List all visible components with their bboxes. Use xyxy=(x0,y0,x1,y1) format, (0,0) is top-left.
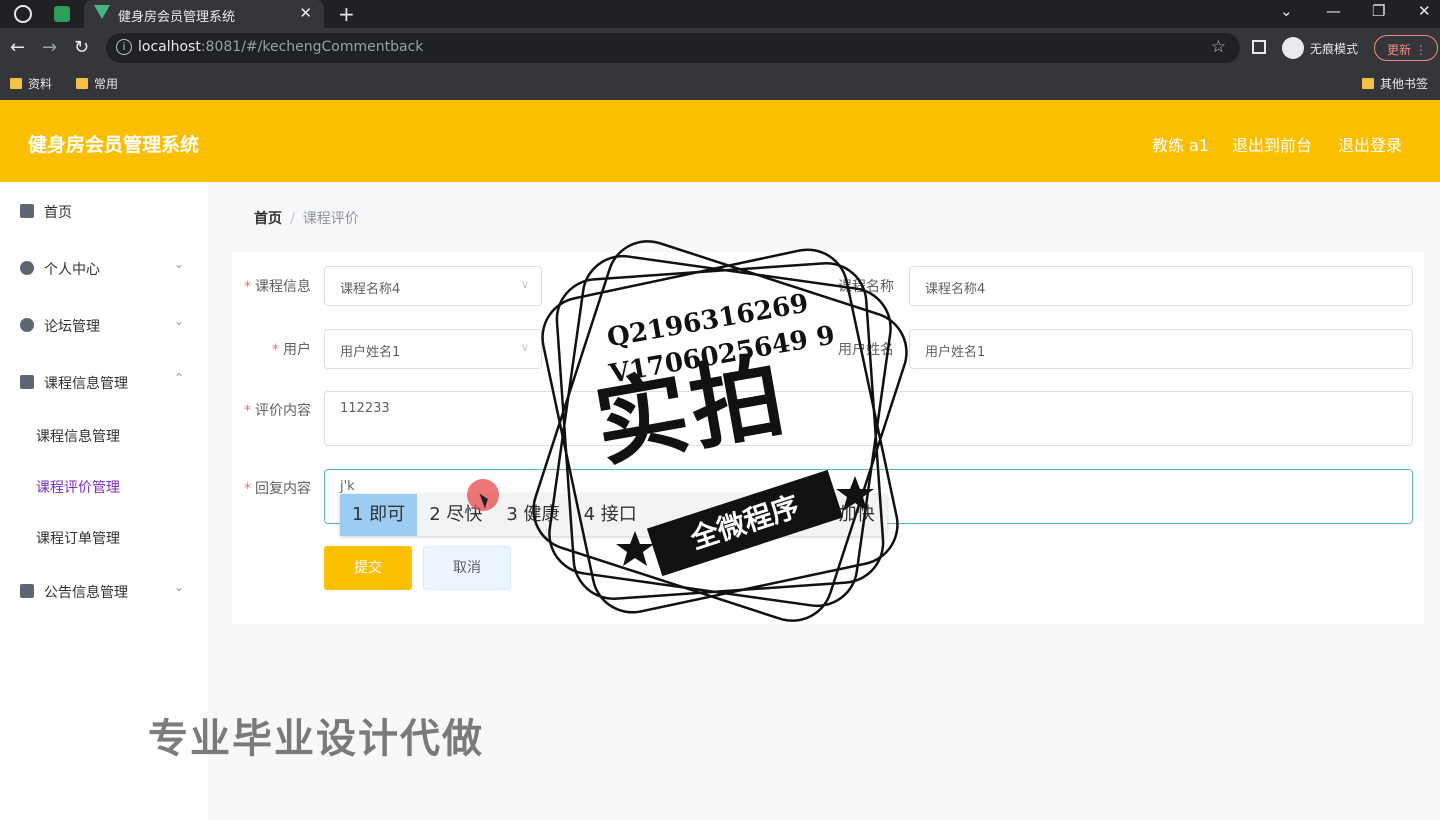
sidebar-item-profile[interactable]: 个人中心 ⌄ xyxy=(0,249,208,289)
required-mark: * xyxy=(244,279,251,295)
sidebar-item-label: 论坛管理 xyxy=(44,319,100,335)
info-icon[interactable]: i xyxy=(116,39,132,55)
browser-tab-title: 健身房会员管理系统 xyxy=(118,10,236,25)
sidebar-item-label: 课程信息管理 xyxy=(44,376,128,392)
minimize-icon[interactable]: — xyxy=(1326,2,1341,20)
other-bookmarks-label: 其他书签 xyxy=(1380,77,1429,91)
course-name-value: 课程名称4 xyxy=(925,282,986,297)
app-header: 健身房会员管理系统 教练 a1 退出到前台 退出登录 xyxy=(0,100,1440,182)
reply-value: j'k xyxy=(340,479,355,494)
home-icon xyxy=(20,204,34,218)
sidebar-item-notice[interactable]: 公告信息管理 ⌄ xyxy=(0,572,208,612)
user-icon xyxy=(20,261,34,275)
submit-button[interactable]: 提交 xyxy=(324,546,412,590)
address-bar: ← → ↻ i localhost:8081/#/kechengCommentb… xyxy=(0,28,1440,68)
bookmark-label: 常用 xyxy=(94,77,119,91)
watermark-stamp: Q2196316269 V1706025649 9 实拍 全微程序 xyxy=(520,236,920,626)
sidebar-item-label: 首页 xyxy=(44,205,72,221)
sidebar-item-home[interactable]: 首页 xyxy=(0,192,208,232)
user-label: * 用户 xyxy=(272,339,311,359)
folder-icon xyxy=(10,78,22,89)
sidebar-item-label: 公告信息管理 xyxy=(44,585,128,601)
breadcrumb: 首页 / 课程评价 xyxy=(254,208,359,228)
chevron-up-icon: ⌃ xyxy=(174,371,185,385)
chevron-down-icon[interactable]: ⌄ xyxy=(1280,2,1293,20)
sidebar-item-label: 个人中心 xyxy=(44,262,100,278)
close-window-icon[interactable]: ✕ xyxy=(1418,2,1431,20)
user-value: 用户姓名1 xyxy=(340,345,401,360)
back-to-front-link[interactable]: 退出到前台 xyxy=(1232,132,1312,156)
restore-icon[interactable]: ❐ xyxy=(1372,2,1385,20)
chevron-down-icon: ⌄ xyxy=(174,314,185,328)
url-input[interactable]: i localhost:8081/#/kechengCommentback ☆ xyxy=(106,33,1240,63)
comment-value: 112233 xyxy=(340,401,390,416)
cancel-button[interactable]: 取消 xyxy=(423,546,511,590)
user-select[interactable]: 用户姓名1 ∨ xyxy=(324,329,542,369)
logout-link[interactable]: 退出登录 xyxy=(1338,132,1402,156)
breadcrumb-separator: / xyxy=(290,211,295,227)
sidebar-item-forum[interactable]: 论坛管理 ⌄ xyxy=(0,306,208,346)
required-mark: * xyxy=(272,342,279,358)
bookmarks-bar: 资料 常用 其他书签 xyxy=(0,68,1440,100)
update-label: 更新 xyxy=(1387,43,1412,57)
reload-icon[interactable]: ↻ xyxy=(74,37,89,58)
incognito-label: 无痕模式 xyxy=(1310,42,1359,56)
course-info-label: * 课程信息 xyxy=(244,276,311,296)
url-host: localhost xyxy=(138,39,201,55)
sidebar-subitem-course-order[interactable]: 课程订单管理 xyxy=(36,528,120,548)
bookmark-folder[interactable]: 资料 xyxy=(10,75,52,92)
url-text: localhost:8081/#/kechengCommentback xyxy=(138,39,423,55)
monitor-icon xyxy=(20,584,34,598)
current-user: 教练 a1 xyxy=(1152,136,1210,155)
sheet-icon[interactable] xyxy=(54,6,70,22)
other-bookmarks[interactable]: 其他书签 xyxy=(1362,75,1428,92)
course-info-label-text: 课程信息 xyxy=(255,279,311,295)
globe-icon[interactable] xyxy=(14,5,32,23)
close-tab-icon[interactable]: ✕ xyxy=(299,4,312,22)
url-path: :8081/#/kechengCommentback xyxy=(200,39,424,55)
folder-icon xyxy=(1362,78,1374,89)
required-mark: * xyxy=(244,481,251,497)
bookmark-label: 资料 xyxy=(28,77,53,91)
sidebar-subitem-course-info[interactable]: 课程信息管理 xyxy=(36,426,120,446)
update-button[interactable]: 更新 ⋮ xyxy=(1374,35,1438,61)
sidebar-item-course[interactable]: 课程信息管理 ⌃ xyxy=(0,363,208,403)
breadcrumb-home[interactable]: 首页 xyxy=(254,211,282,227)
chat-icon xyxy=(20,375,34,389)
course-info-select[interactable]: 课程名称4 ∨ xyxy=(324,266,542,306)
bookmark-star-icon[interactable]: ☆ xyxy=(1211,37,1226,57)
app-title: 健身房会员管理系统 xyxy=(28,134,200,156)
comment-label: * 评价内容 xyxy=(244,400,311,420)
back-icon[interactable]: ← xyxy=(10,37,25,58)
course-name-field[interactable]: 课程名称4 xyxy=(909,266,1413,306)
chevron-down-icon: ⌄ xyxy=(174,580,185,594)
reply-label: * 回复内容 xyxy=(244,478,311,498)
comment-label-text: 评价内容 xyxy=(255,403,311,419)
star-icon xyxy=(616,531,654,566)
bulb-icon xyxy=(20,318,34,332)
browser-tab[interactable]: 健身房会员管理系统 ✕ xyxy=(84,0,324,28)
required-mark: * xyxy=(244,403,251,419)
user-name-field[interactable]: 用户姓名1 xyxy=(909,329,1413,369)
chevron-down-icon: ⌄ xyxy=(174,257,185,271)
new-tab-icon[interactable]: + xyxy=(338,2,355,26)
bookmark-folder[interactable]: 常用 xyxy=(76,75,118,92)
sidebar-subitem-course-comment[interactable]: 课程评价管理 xyxy=(36,477,120,497)
reply-label-text: 回复内容 xyxy=(255,481,311,497)
breadcrumb-current: 课程评价 xyxy=(302,211,359,227)
user-name-value: 用户姓名1 xyxy=(925,345,986,360)
vue-logo-icon xyxy=(94,5,110,19)
promo-watermark: 专业毕业设计代做 xyxy=(148,716,484,762)
course-info-value: 课程名称4 xyxy=(340,282,401,297)
side-panel-icon[interactable] xyxy=(1252,40,1266,54)
user-label-text: 用户 xyxy=(283,342,311,358)
folder-icon xyxy=(76,78,88,89)
ime-candidate[interactable]: 1 即可 xyxy=(340,494,418,536)
incognito-icon[interactable] xyxy=(1282,37,1304,59)
browser-tab-strip: 健身房会员管理系统 ✕ + ⌄ — ❐ ✕ xyxy=(0,0,1440,28)
forward-icon[interactable]: → xyxy=(42,37,57,58)
